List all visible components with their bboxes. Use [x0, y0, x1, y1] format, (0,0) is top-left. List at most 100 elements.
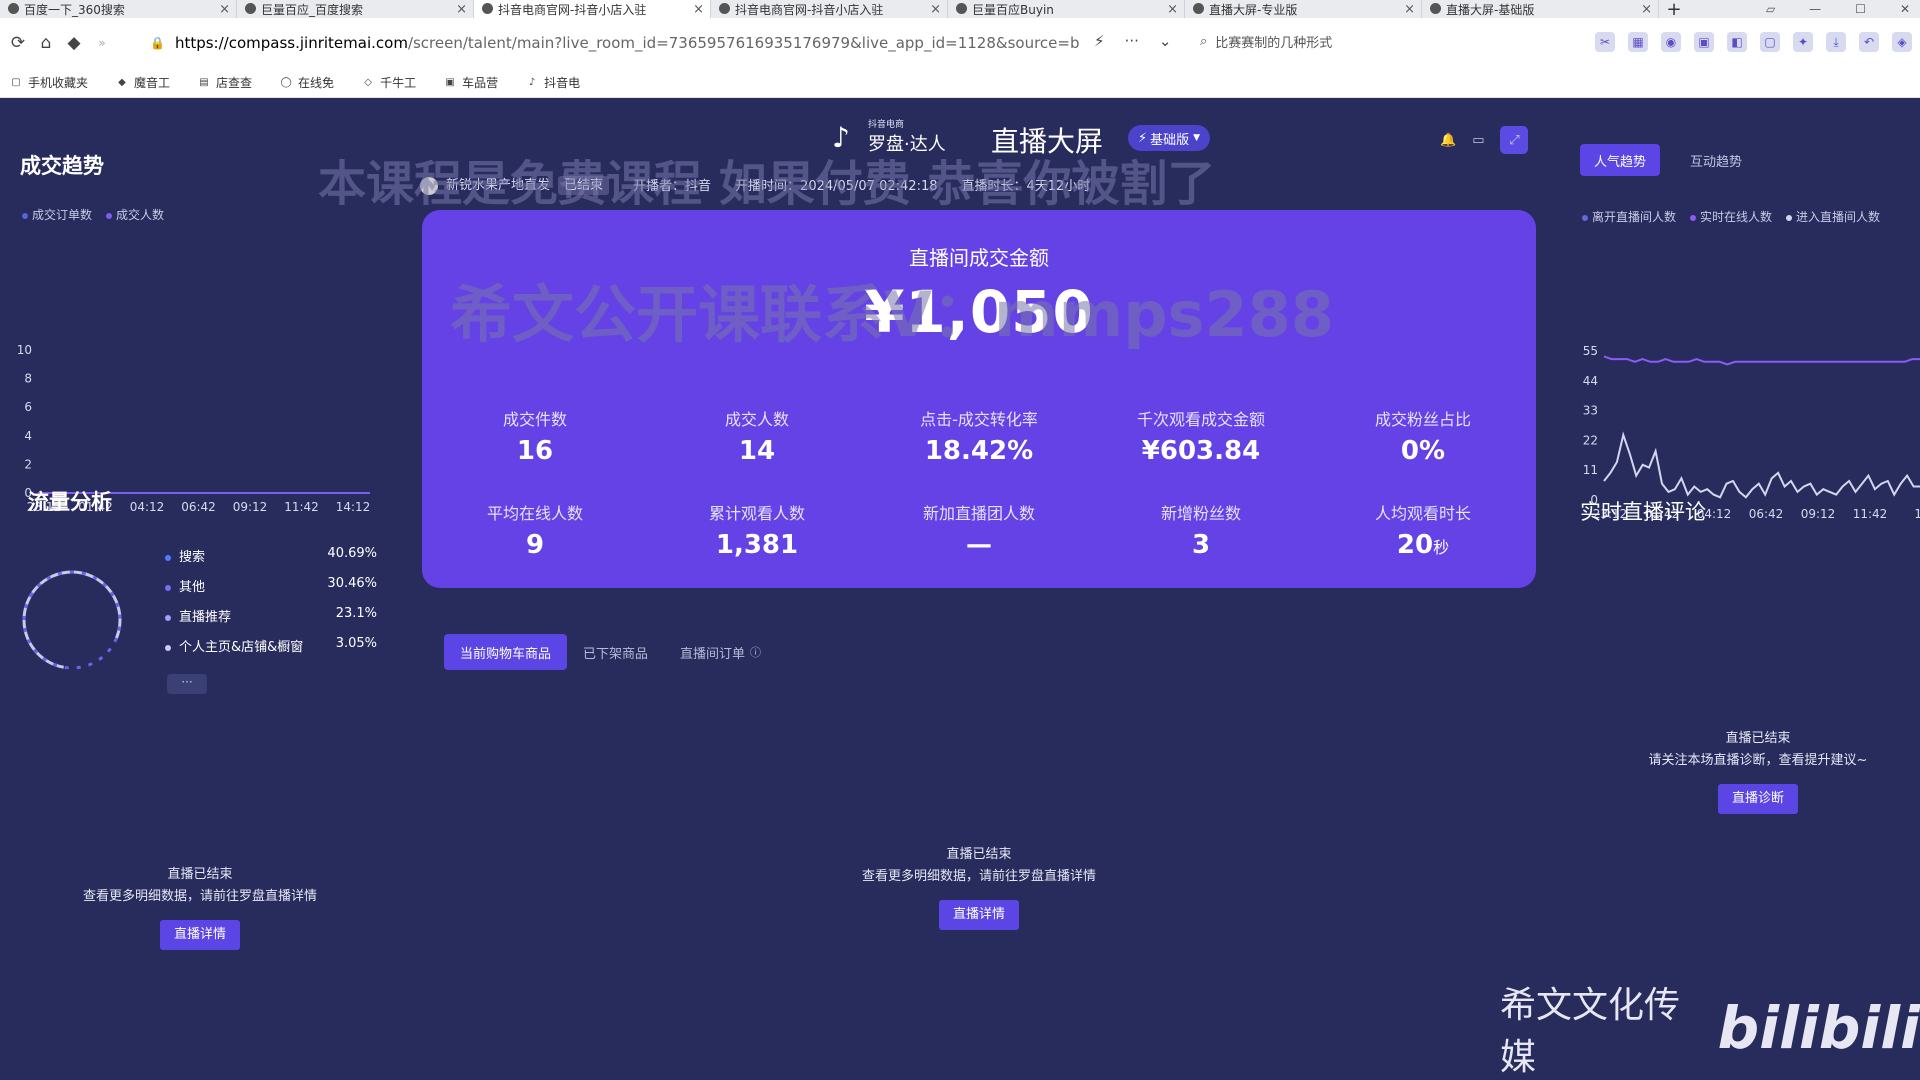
more-icon[interactable]: ···	[1125, 32, 1139, 50]
tab-close-icon[interactable]: ×	[219, 2, 230, 17]
live-diagnosis-button[interactable]: 直播诊断	[1717, 784, 1798, 814]
legend-online: 实时在线人数	[1690, 208, 1772, 225]
y-tick-label: 11	[1583, 463, 1598, 477]
metric-value: 16	[516, 436, 554, 466]
forward-icon[interactable]: »	[88, 29, 116, 57]
right-ended-panel: 直播已结束 请关注本场直播诊断，查看提升建议~ 直播诊断	[1608, 728, 1908, 814]
bell-icon[interactable]: 🔔	[1440, 133, 1456, 148]
tab-favicon-icon	[1193, 3, 1204, 14]
browser-search[interactable]: ⌕ 比赛赛制的几种形式	[1200, 32, 1332, 51]
minimize-icon[interactable]: —	[1809, 2, 1821, 16]
metric-tile: 成交件数 16	[424, 406, 646, 466]
browser-tab[interactable]: 抖音电商官网-抖音小店入驻 ×	[474, 0, 711, 18]
download-icon[interactable]: ⤓	[1826, 32, 1846, 52]
browser-tab-strip: 百度一下_360搜索 × 巨量百应_百度搜索 × 抖音电商官网-抖音小店入驻 × 抖音电商官…	[0, 0, 1920, 18]
game-icon[interactable]: ◉	[1661, 32, 1681, 52]
x-tick-label: 14	[1914, 507, 1920, 521]
puzzle-icon[interactable]: ✦	[1793, 32, 1813, 52]
browser-tab-label: 直播大屏-基础版	[1446, 2, 1535, 17]
browser-tab[interactable]: 百度一下_360搜索 ×	[0, 0, 237, 18]
traffic-source-name: 个人主页&店铺&橱窗	[165, 636, 303, 655]
tab-close-icon[interactable]: ×	[1404, 2, 1415, 17]
tab-live-orders[interactable]: 直播间订单 ⓘ	[664, 634, 777, 670]
tab-favicon-icon	[8, 3, 19, 14]
metric-value: 14	[738, 436, 776, 466]
metric-tile: 成交人数 14	[646, 406, 868, 466]
metric-value: —	[966, 530, 992, 560]
browser-tab-label: 抖音电商官网-抖音小店入驻	[498, 2, 647, 17]
bookmark-item[interactable]: ◆ 魔音工	[116, 74, 170, 91]
bookmarks-bar: ▢ 手机收藏夹 ◆ 魔音工 ▤ 店查查 ◯ 在线免 ◇ 千牛工 ▣ 车品营 ♪ 抖音电	[0, 68, 1920, 98]
popularity-legend: 离开直播间人数 实时在线人数 进入直播间人数	[1582, 208, 1880, 225]
reload-icon[interactable]: ⟳	[4, 29, 32, 57]
extension-icon[interactable]: ▣	[1694, 32, 1714, 52]
lightning-icon[interactable]: ⚡	[1094, 32, 1105, 50]
dashboard-page: 成交趋势 成交订单数 成交人数 0 2 4 6 8 10 23:12 01:42 04:12 06…	[0, 98, 1920, 1080]
tab-live-orders-label: 直播间订单	[680, 646, 746, 662]
bookmark-item[interactable]: ◇ 千牛工	[362, 74, 416, 91]
restore-icon[interactable]: ▱	[1766, 2, 1775, 16]
traffic-source-row: 其他 30.46%	[165, 576, 377, 595]
tab-removed-goods[interactable]: 已下架商品	[567, 634, 664, 670]
undo-icon[interactable]: ↶	[1859, 32, 1879, 52]
left-live-detail-button[interactable]: 直播详情	[159, 920, 240, 950]
browser-tab[interactable]: 抖音电商官网-抖音小店入驻 ×	[711, 0, 948, 18]
y-tick-label: 10	[17, 343, 32, 357]
footer-watermark: 希文文化传媒 bilibili	[1500, 976, 1920, 1080]
cut-icon[interactable]: ✂	[1595, 32, 1615, 52]
y-tick-label: 22	[1583, 433, 1598, 447]
browser-tab[interactable]: 巨量百应Buyin ×	[948, 0, 1185, 18]
tab-favicon-icon	[719, 3, 730, 14]
y-tick-label: 2	[24, 457, 32, 471]
bookmark-item[interactable]: ▢ 手机收藏夹	[10, 74, 88, 91]
bookmark-icon: ◇	[364, 77, 372, 88]
fullscreen-button[interactable]: ⤢	[1500, 126, 1529, 154]
tab-close-icon[interactable]: ×	[1167, 2, 1178, 17]
tab-close-icon[interactable]: ×	[456, 2, 467, 17]
traffic-more-button[interactable]: ···	[167, 674, 207, 694]
x-tick-label: 11:42	[284, 500, 319, 514]
metric-tile: 人均观看时长 20秒	[1312, 500, 1534, 560]
close-window-icon[interactable]: ✕	[1900, 2, 1910, 16]
center-live-detail-button[interactable]: 直播详情	[938, 900, 1019, 930]
right-tabs: 人气趋势 互动趋势	[1580, 144, 1756, 176]
tab-close-icon[interactable]: ×	[693, 2, 704, 17]
extension-icon[interactable]: ◈	[1892, 32, 1912, 52]
browser-tab[interactable]: 直播大屏-基础版 ×	[1422, 0, 1659, 18]
bookmark-item[interactable]: ♪ 抖音电	[526, 74, 580, 91]
left-ended-desc: 查看更多明细数据，请前往罗盘直播详情	[82, 889, 317, 904]
metric-tile: 新增粉丝数 3	[1090, 500, 1312, 560]
bookmark-item[interactable]: ◯ 在线免	[280, 74, 334, 91]
browser-tab-label: 直播大屏-专业版	[1209, 2, 1298, 17]
maximize-icon[interactable]: ☐	[1855, 2, 1866, 16]
tab-close-icon[interactable]: ×	[930, 2, 941, 17]
extension-icon[interactable]: ▦	[1628, 32, 1648, 52]
chevron-down-icon[interactable]: ⌄	[1159, 32, 1172, 50]
lock-icon: 🔒	[150, 36, 165, 50]
address-bar[interactable]: 🔒 https://compass.jinritemai.com/screen/…	[150, 28, 1080, 58]
metric-label: 累计观看人数	[708, 504, 805, 523]
home-icon[interactable]: ⌂	[32, 29, 60, 57]
tab-interaction-trend[interactable]: 互动趋势	[1676, 144, 1756, 176]
x-tick-label: 09:12	[1801, 507, 1836, 521]
series-line	[1603, 355, 1920, 366]
tab-current-cart[interactable]: 当前购物车商品	[444, 634, 568, 670]
tab-favicon-icon	[482, 3, 493, 14]
x-tick-label: 14:12	[336, 500, 371, 514]
tab-popularity-trend[interactable]: 人气趋势	[1580, 144, 1661, 176]
new-tab-button[interactable]: +	[1659, 0, 1689, 18]
tab-close-icon[interactable]: ×	[1641, 2, 1652, 17]
bookmark-item[interactable]: ▣ 车品营	[444, 74, 498, 91]
metric-unit: 秒	[1433, 538, 1450, 557]
extension-icon[interactable]: ◧	[1727, 32, 1747, 52]
bookmark-item[interactable]: ▤ 店查查	[198, 74, 252, 91]
browser-tab-label: 抖音电商官网-抖音小店入驻	[735, 2, 884, 17]
extension-shield-icon[interactable]: ◆	[60, 29, 88, 57]
window-icon[interactable]: ▢	[1760, 32, 1780, 52]
bookmark-icon: ◆	[118, 77, 126, 88]
message-icon[interactable]: ▭	[1472, 133, 1484, 148]
trend-title: 成交趋势	[20, 154, 104, 178]
browser-tab[interactable]: 直播大屏-专业版 ×	[1185, 0, 1422, 18]
bookmark-label: 抖音电	[544, 76, 581, 90]
browser-tab[interactable]: 巨量百应_百度搜索 ×	[237, 0, 474, 18]
